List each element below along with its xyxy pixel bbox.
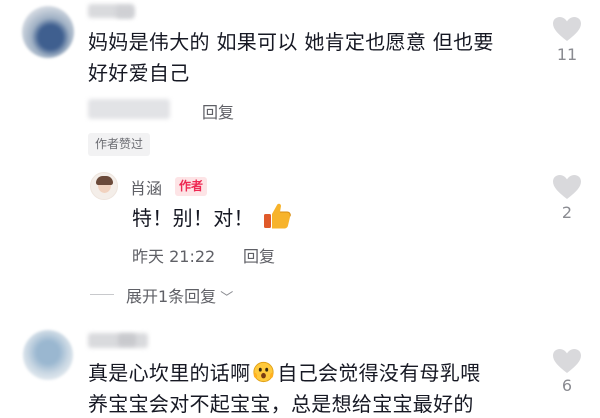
reply-timestamp: 昨天 21:22 <box>132 247 216 266</box>
divider <box>90 294 114 295</box>
chevron-down-icon: ﹀ <box>220 291 234 306</box>
heart-icon[interactable] <box>552 16 582 42</box>
user-avatar[interactable] <box>22 6 74 58</box>
heart-icon[interactable] <box>552 174 582 200</box>
timestamp-blurred <box>88 99 170 119</box>
comment-text-line: 妈妈是伟大的 如果可以 她肯定也愿意 但也要 <box>88 30 494 54</box>
thumbs-up-icon <box>264 203 291 229</box>
avatar-hair <box>96 176 113 185</box>
like-count: 6 <box>561 376 573 395</box>
author-liked-badge: 作者赞过 <box>88 133 151 156</box>
like-count: 11 <box>556 45 578 64</box>
expand-replies-label: 展开1条回复 <box>126 287 217 306</box>
author-tag-badge: 作者 <box>175 177 208 196</box>
author-avatar[interactable] <box>90 172 118 200</box>
comment-text-line: 真是心坎里的话啊 自己会觉得没有母乳喂 <box>88 358 480 389</box>
wow-face-emoji <box>253 361 274 383</box>
username-blurred-part <box>118 334 136 346</box>
reply-text: 特！别！对！ <box>132 206 254 230</box>
comment-text-line: 养宝宝会对不起宝宝，总是想给宝宝最好的 <box>88 392 474 416</box>
comment-text-part: 真是心坎里的话啊 <box>88 361 251 385</box>
user-avatar[interactable] <box>23 330 73 380</box>
heart-icon[interactable] <box>552 348 582 374</box>
author-username[interactable]: 肖涵 <box>130 175 162 199</box>
comment-text-line: 好好爱自己 <box>88 61 190 85</box>
expand-replies-button[interactable]: 展开1条回复 ﹀ <box>126 283 233 307</box>
like-count: 2 <box>561 203 573 222</box>
comment-text-part: 自己会觉得没有母乳喂 <box>277 361 481 385</box>
reply-button[interactable]: 回复 <box>202 99 234 123</box>
username-blurred-part <box>116 6 134 18</box>
reply-button[interactable]: 回复 <box>243 243 275 267</box>
